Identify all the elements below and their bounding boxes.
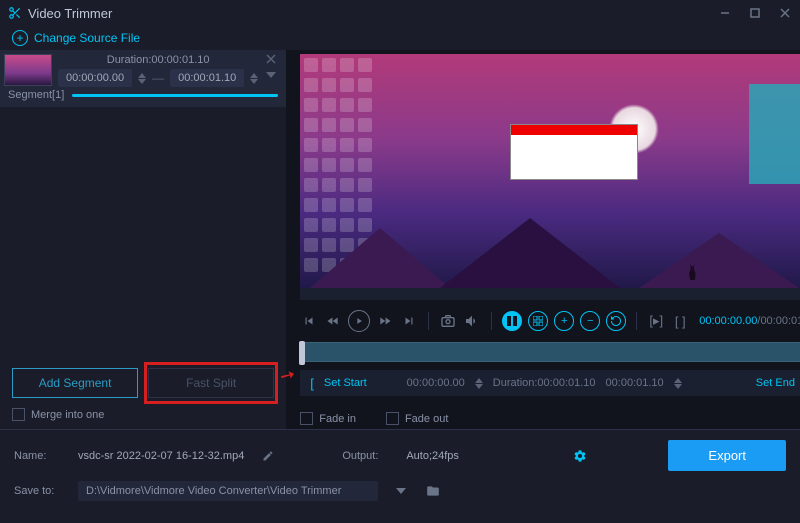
segment-end-time[interactable]: 00:00:01.10 bbox=[170, 69, 244, 87]
edit-name-button[interactable] bbox=[262, 450, 274, 462]
save-path-dropdown[interactable] bbox=[392, 482, 410, 500]
fade-in-checkbox[interactable] bbox=[300, 412, 313, 425]
set-start-button[interactable]: Set Start bbox=[324, 377, 367, 389]
window-controls bbox=[718, 6, 792, 20]
minimize-button[interactable] bbox=[718, 6, 732, 20]
fast-split-button[interactable]: Fast Split bbox=[148, 368, 274, 398]
trim-end-stepper[interactable] bbox=[674, 378, 682, 389]
segment-start-time[interactable]: 00:00:00.00 bbox=[58, 69, 132, 87]
trim-start-time[interactable]: 00:00:00.00 bbox=[407, 377, 465, 389]
fade-in-label: Fade in bbox=[319, 413, 356, 425]
rewind-button[interactable] bbox=[324, 312, 342, 330]
footer: Name: vsdc-sr 2022-02-07 16-12-32.mp4 Ou… bbox=[0, 429, 800, 497]
browse-folder-button[interactable] bbox=[424, 482, 442, 500]
save-to-label: Save to: bbox=[14, 485, 64, 497]
file-name: vsdc-sr 2022-02-07 16-12-32.mp4 bbox=[78, 450, 244, 462]
end-stepper[interactable] bbox=[250, 73, 258, 84]
segment-progress-bar[interactable] bbox=[72, 94, 278, 97]
merge-checkbox[interactable] bbox=[12, 408, 25, 421]
bracket-out-button[interactable]: [ ] bbox=[671, 312, 689, 330]
plus-circle-icon: + bbox=[12, 30, 28, 46]
output-settings-button[interactable] bbox=[573, 449, 587, 463]
trim-start-stepper[interactable] bbox=[475, 378, 483, 389]
video-preview[interactable] bbox=[300, 54, 800, 300]
maximize-button[interactable] bbox=[748, 6, 762, 20]
name-label: Name: bbox=[14, 450, 64, 462]
change-source-label: Change Source File bbox=[34, 31, 140, 45]
add-segment-button[interactable]: Add Segment bbox=[12, 368, 138, 398]
window-title: Video Trimmer bbox=[28, 6, 712, 21]
undo-button[interactable] bbox=[606, 311, 626, 331]
prev-segment-button[interactable] bbox=[300, 312, 318, 330]
segment-item[interactable]: Duration:00:00:01.10 00:00:00.00 — 00:00… bbox=[0, 50, 286, 87]
merge-label: Merge into one bbox=[31, 409, 104, 421]
change-source-button[interactable]: + Change Source File bbox=[0, 26, 800, 50]
zoom-in-button[interactable]: + bbox=[554, 311, 574, 331]
zoom-out-button[interactable]: − bbox=[580, 311, 600, 331]
start-stepper[interactable] bbox=[138, 73, 146, 84]
grid-2-button[interactable] bbox=[502, 311, 522, 331]
bracket-in-button[interactable]: [▸] bbox=[647, 312, 665, 330]
trim-duration-label: Duration:00:00:01.10 bbox=[493, 377, 596, 389]
play-button[interactable] bbox=[348, 310, 370, 332]
segment-remove-button[interactable] bbox=[264, 54, 278, 78]
fade-out-label: Fade out bbox=[405, 413, 448, 425]
fade-out-checkbox[interactable] bbox=[386, 412, 399, 425]
segment-thumbnail bbox=[4, 54, 52, 86]
snapshot-button[interactable] bbox=[439, 312, 457, 330]
grid-4-button[interactable] bbox=[528, 311, 548, 331]
segments-panel: Duration:00:00:01.10 00:00:00.00 — 00:00… bbox=[0, 50, 286, 429]
set-end-button[interactable]: Set End bbox=[756, 377, 795, 389]
set-start-bracket-icon[interactable]: [ bbox=[310, 376, 314, 391]
forward-button[interactable] bbox=[376, 312, 394, 330]
save-path[interactable]: D:\Vidmore\Vidmore Video Converter\Video… bbox=[78, 481, 378, 501]
titlebar: Video Trimmer bbox=[0, 0, 800, 26]
close-button[interactable] bbox=[778, 6, 792, 20]
segment-duration-label: Duration:00:00:01.10 bbox=[58, 54, 258, 66]
trim-end-time[interactable]: 00:00:01.10 bbox=[606, 377, 664, 389]
output-value: Auto;24fps bbox=[406, 450, 459, 462]
export-button[interactable]: Export bbox=[668, 440, 786, 471]
next-segment-button[interactable] bbox=[400, 312, 418, 330]
total-time: 00:00:01.10 bbox=[760, 315, 800, 327]
scissors-icon bbox=[8, 6, 22, 20]
time-display: 00:00:00.00/00:00:01.10 bbox=[699, 315, 800, 327]
playback-controls: + − [▸] [ ] 00:00:00.00/00:00:01.10 bbox=[300, 308, 800, 334]
volume-button[interactable] bbox=[463, 312, 481, 330]
segment-label: Segment[1] bbox=[8, 89, 64, 101]
current-time: 00:00:00.00 bbox=[699, 315, 757, 327]
output-label: Output: bbox=[342, 450, 392, 462]
preview-panel: + − [▸] [ ] 00:00:00.00/00:00:01.10 ➚ ➚ … bbox=[286, 50, 800, 429]
trim-controls: [ Set Start 00:00:00.00 Duration:00:00:0… bbox=[300, 370, 800, 396]
trim-timeline[interactable] bbox=[300, 342, 800, 362]
